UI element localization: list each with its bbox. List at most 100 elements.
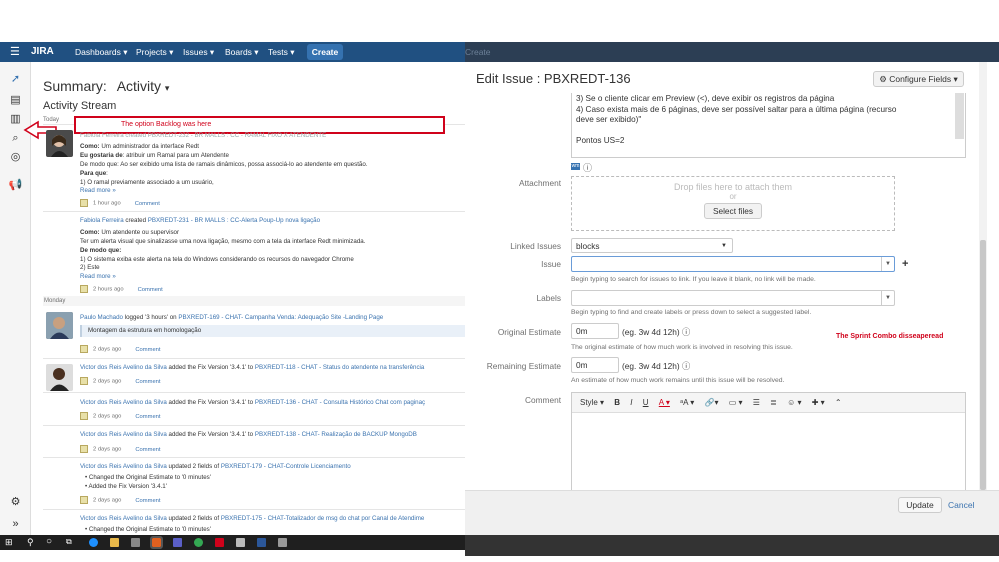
numbered-list-icon[interactable]: ≣ xyxy=(770,398,777,407)
activity-header[interactable]: Fabiola Ferreira created PBXREDT-232 - B… xyxy=(80,132,350,140)
textarea-scrollbar[interactable] xyxy=(955,93,964,139)
settings-circle-icon[interactable]: ◎ xyxy=(8,150,23,165)
comment-link[interactable]: Comment xyxy=(135,201,160,207)
issue-link[interactable]: PBXREDT-138 - CHAT- Realização de BACKUP… xyxy=(255,431,417,438)
remaining-estimate-input[interactable]: 0m xyxy=(571,357,619,373)
nav-dashboards[interactable]: Dashboards ▾ xyxy=(75,47,127,58)
remaining-estimate-example: (eg. 3w 4d 12h) ⓘ xyxy=(622,361,691,371)
user-link[interactable]: Paulo Machado xyxy=(80,314,123,321)
bullet-list-icon[interactable]: ☰ xyxy=(753,398,760,407)
explorer-icon[interactable] xyxy=(110,538,119,547)
search-icon[interactable]: ⌕ xyxy=(8,131,23,146)
summary-view-select[interactable]: Activity xyxy=(117,78,161,94)
backlog-icon[interactable]: ▤ xyxy=(8,93,23,108)
labels-hint: Begin typing to find and create labels o… xyxy=(571,309,812,316)
cancel-link[interactable]: Cancel xyxy=(948,500,974,510)
megaphone-icon[interactable]: 📢 xyxy=(8,178,23,193)
description-textarea[interactable]: 3) Se o cliente clicar em Preview (<), d… xyxy=(571,93,966,158)
comment-link[interactable]: Comment xyxy=(138,287,163,293)
chevron-down-icon[interactable]: ▼ xyxy=(881,257,894,271)
user-link[interactable]: Victor dos Reis Avelino da Silva xyxy=(80,399,167,406)
add-issue-icon[interactable]: + xyxy=(902,258,908,270)
issue-link[interactable]: PBXREDT-231 - BR MALLS : CC-Alerta Poup-… xyxy=(148,217,320,224)
cortana-icon[interactable]: ○ xyxy=(46,536,52,547)
labels-input[interactable]: ▼ xyxy=(571,290,895,306)
expand-sidebar-icon[interactable]: » xyxy=(8,517,23,532)
board-icon[interactable]: ▥ xyxy=(8,112,23,127)
select-files-button[interactable]: Select files xyxy=(703,203,763,219)
configure-fields-button[interactable]: ⚙ Configure Fields ▾ xyxy=(873,71,964,87)
issue-link[interactable]: PBXREDT-175 - CHAT-Totalizador de msg do… xyxy=(221,515,424,522)
text-color-icon[interactable]: A ▾ xyxy=(659,398,670,407)
comment-link[interactable]: Comment xyxy=(135,379,160,385)
nav-issues[interactable]: Issues ▾ xyxy=(183,47,214,58)
issue-link[interactable]: PBXREDT-136 - CHAT - Consulta Histórico … xyxy=(255,399,425,406)
comment-editor[interactable]: Style ▾ B I U A ▾ ᵃA ▾ 🔗▾ ▭ ▾ ☰ ≣ ☺ ▾ ✚ … xyxy=(571,392,966,492)
windows-taskbar: ⊞ ⚲ ○ ⧉ xyxy=(0,535,465,550)
style-dropdown[interactable]: Style ▾ xyxy=(580,398,604,407)
emoji-icon[interactable]: ☺ ▾ xyxy=(787,398,801,407)
issue-link[interactable]: PBXREDT-118 - CHAT - Status do atendente… xyxy=(255,364,425,371)
avatar xyxy=(46,364,73,391)
create-button[interactable]: Create xyxy=(307,44,343,60)
comment-link[interactable]: Comment xyxy=(135,347,160,353)
help-icon[interactable]: ⓘ xyxy=(583,161,592,174)
timestamp: 2 days ago xyxy=(93,497,122,504)
search-icon[interactable]: ⚲ xyxy=(27,537,34,548)
task-view-icon[interactable]: ⧉ xyxy=(66,537,72,547)
comment-link[interactable]: Comment xyxy=(135,447,160,453)
comment-link[interactable]: Comment xyxy=(135,414,160,420)
read-more-link[interactable]: Read more » xyxy=(80,187,116,195)
read-more-link[interactable]: Read more » xyxy=(80,273,116,281)
original-estimate-input[interactable]: 0m xyxy=(571,323,619,339)
app-icon[interactable] xyxy=(131,538,140,547)
bold-icon[interactable]: B xyxy=(614,398,620,407)
jira-logo[interactable]: JIRA xyxy=(31,46,54,57)
word-icon[interactable] xyxy=(257,538,266,547)
app-icon[interactable] xyxy=(150,536,163,549)
timestamp: 1 hour ago xyxy=(93,200,121,207)
app-icon[interactable] xyxy=(236,538,245,547)
rocket-icon[interactable]: ➚ xyxy=(8,72,23,87)
user-link[interactable]: Victor dos Reis Avelino da Silva xyxy=(80,515,167,522)
linked-issues-select[interactable]: blocks ▼ xyxy=(571,238,733,253)
help-icon[interactable]: ⓘ xyxy=(682,327,690,337)
text-size-icon[interactable]: ᵃA ▾ xyxy=(680,398,694,407)
nav-tests[interactable]: Tests ▾ xyxy=(268,47,294,58)
issue-picker-input[interactable]: ▼ xyxy=(571,256,895,272)
app-icon[interactable] xyxy=(215,538,224,547)
update-button[interactable]: Update xyxy=(898,497,942,513)
user-link[interactable]: Victor dos Reis Avelino da Silva xyxy=(80,463,167,470)
help-icon[interactable]: ⓘ xyxy=(682,361,690,371)
hamburger-menu-icon[interactable]: ☰ xyxy=(10,45,20,58)
chrome-icon[interactable] xyxy=(194,538,203,547)
day-header-monday: Monday xyxy=(44,298,66,304)
chevron-down-icon[interactable]: ▼ xyxy=(881,291,894,305)
comment-link[interactable]: Comment xyxy=(135,498,160,504)
underline-icon[interactable]: U xyxy=(643,398,649,407)
nav-boards[interactable]: Boards ▾ xyxy=(225,47,259,58)
editor-toolbar: Style ▾ B I U A ▾ ᵃA ▾ 🔗▾ ▭ ▾ ☰ ≣ ☺ ▾ ✚ … xyxy=(572,393,965,413)
chevron-down-icon[interactable]: ▾ xyxy=(165,83,170,93)
issue-type-icon xyxy=(80,199,88,207)
collapse-toolbar-icon[interactable]: ⌃ xyxy=(835,398,842,407)
wiki-markup-icon[interactable]: wm xyxy=(571,163,580,170)
activity-meta: 2 hours ago Comment xyxy=(80,285,163,293)
app-icon[interactable] xyxy=(278,538,287,547)
image-icon[interactable]: ▭ ▾ xyxy=(729,398,743,407)
windows-start-icon[interactable]: ⊞ xyxy=(5,537,13,548)
edge-icon[interactable] xyxy=(89,538,98,547)
teams-icon[interactable] xyxy=(173,538,182,547)
nav-projects[interactable]: Projects ▾ xyxy=(136,47,173,58)
link-icon[interactable]: 🔗▾ xyxy=(704,398,718,407)
insert-more-icon[interactable]: ✚ ▾ xyxy=(812,398,825,407)
gear-icon[interactable]: ⚙ xyxy=(8,495,23,510)
user-link[interactable]: Victor dos Reis Avelino da Silva xyxy=(80,431,167,438)
italic-icon[interactable]: I xyxy=(630,398,632,407)
attachment-dropzone[interactable]: Drop files here to attach them or Select… xyxy=(571,176,895,231)
issue-link[interactable]: PBXREDT-169 - CHAT- Campanha Venda: Adeq… xyxy=(178,314,383,321)
dialog-scrollbar-thumb[interactable] xyxy=(980,240,986,490)
user-link[interactable]: Victor dos Reis Avelino da Silva xyxy=(80,364,167,371)
issue-link[interactable]: PBXREDT-179 - CHAT-Controle Licenciament… xyxy=(221,463,351,470)
user-link[interactable]: Fabiola Ferreira xyxy=(80,217,124,224)
